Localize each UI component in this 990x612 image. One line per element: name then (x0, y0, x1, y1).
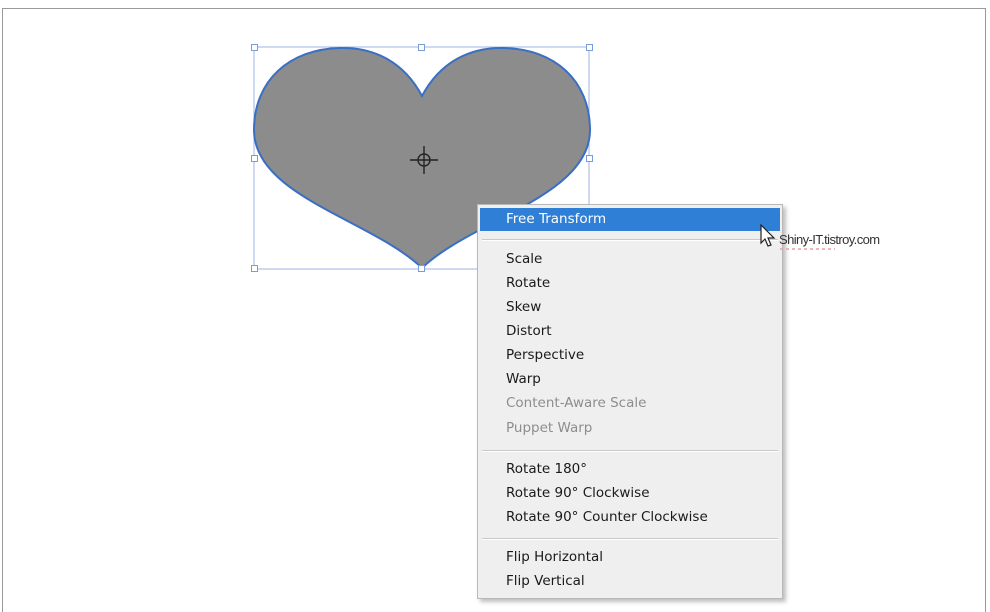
menu-item-perspective[interactable]: Perspective (480, 344, 780, 367)
handle-middle-right[interactable] (586, 155, 593, 162)
handle-top-right[interactable] (586, 44, 593, 51)
watermark-text: Shiny-IT.tistroy.com (779, 232, 880, 247)
menu-item-skew[interactable]: Skew (480, 296, 780, 319)
arrow-cursor-icon (760, 224, 776, 247)
menu-item-warp[interactable]: Warp (480, 368, 780, 391)
menu-item-distort[interactable]: Distort (480, 320, 780, 343)
menu-item-puppet-warp: Puppet Warp (506, 420, 593, 436)
menu-separator (482, 239, 778, 241)
menu-item-free-transform[interactable]: Free Transform (480, 208, 780, 231)
handle-middle-left[interactable] (251, 155, 258, 162)
transform-context-menu: Free Transform Scale Rotate Skew Distort… (477, 204, 783, 599)
handle-bottom-left[interactable] (251, 265, 258, 272)
menu-item-flip-horizontal[interactable]: Flip Horizontal (480, 546, 780, 569)
watermark-underline (780, 248, 835, 250)
menu-item-rotate-90-cw[interactable]: Rotate 90° Clockwise (480, 482, 780, 505)
menu-item-content-aware-scale: Content-Aware Scale (506, 395, 647, 411)
menu-item-scale[interactable]: Scale (480, 248, 780, 271)
menu-item-rotate-180[interactable]: Rotate 180° (480, 458, 780, 481)
handle-bottom-center[interactable] (418, 265, 425, 272)
menu-item-rotate[interactable]: Rotate (480, 272, 780, 295)
handle-top-left[interactable] (251, 44, 258, 51)
menu-item-rotate-90-ccw[interactable]: Rotate 90° Counter Clockwise (480, 506, 780, 529)
menu-separator (482, 450, 778, 452)
handle-top-center[interactable] (418, 44, 425, 51)
menu-item-flip-vertical[interactable]: Flip Vertical (480, 570, 780, 593)
menu-separator (482, 538, 778, 540)
